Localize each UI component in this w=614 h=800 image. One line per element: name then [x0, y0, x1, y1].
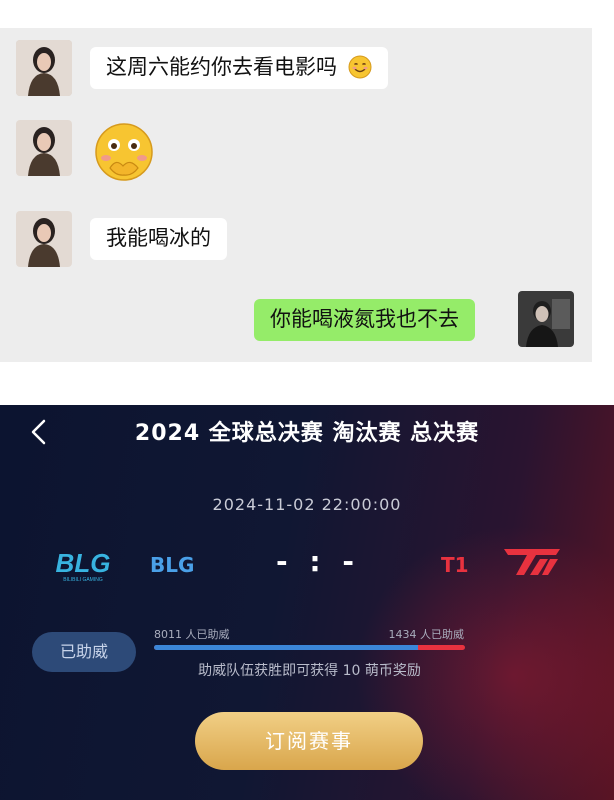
flushed-face-with-hands-icon [95, 123, 153, 181]
team-right-name: T1 [441, 553, 469, 577]
contact-avatar[interactable] [16, 120, 72, 176]
contact-avatar[interactable] [16, 211, 72, 267]
chat-screenshot: 这周六能约你去看电影吗 我能喝冰的 你能喝液氮我也不去 [0, 28, 592, 362]
support-count-left: 8011 人已助威 [154, 628, 230, 641]
t1-logo[interactable] [500, 545, 566, 583]
match-card: 2024 全球总决赛 淘汰赛 总决赛 2024-11-02 22:00:00 B… [0, 405, 614, 800]
message-text: 我能喝冰的 [106, 226, 211, 250]
match-title: 2024 全球总决赛 淘汰赛 总决赛 [134, 421, 480, 446]
sticker-message[interactable] [92, 120, 156, 184]
logo-text: BLG [56, 548, 111, 578]
reward-text: 助威队伍获胜即可获得 10 萌币奖励 [198, 663, 421, 679]
support-count-right: 1434 人已助威 [388, 628, 465, 641]
cheered-button[interactable]: 已助威 [32, 632, 136, 672]
support-ratio-fill-left [154, 645, 418, 650]
team-left-name: BLG [150, 553, 195, 577]
message-bubble[interactable]: 这周六能约你去看电影吗 [90, 47, 388, 89]
contact-avatar[interactable] [16, 40, 72, 96]
message-text: 你能喝液氮我也不去 [270, 307, 459, 331]
message-bubble[interactable]: 我能喝冰的 [90, 218, 227, 260]
support-ratio-bar [154, 645, 465, 650]
message-bubble-self[interactable]: 你能喝液氮我也不去 [254, 299, 475, 341]
message-text: 这周六能约你去看电影吗 [106, 55, 337, 79]
blg-logo[interactable]: BLG BILIBILI GAMING [50, 547, 116, 587]
user-avatar[interactable] [518, 291, 574, 347]
logo-subtext: BILIBILI GAMING [63, 577, 103, 583]
match-datetime: 2024-11-02 22:00:00 [212, 495, 402, 514]
subscribe-match-button[interactable]: 订阅赛事 [195, 712, 423, 770]
smiling-face-icon [348, 52, 372, 92]
match-score: - : - [276, 545, 360, 578]
